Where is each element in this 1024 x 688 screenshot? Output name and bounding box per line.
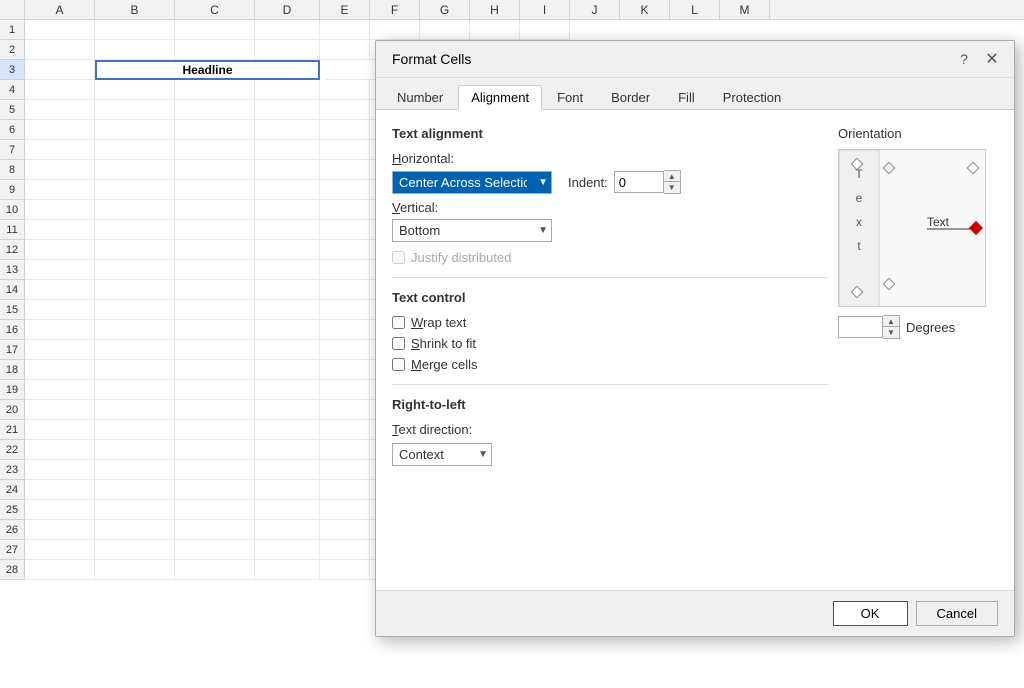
- tab-alignment[interactable]: Alignment: [458, 85, 542, 110]
- dialog-titlebar: Format Cells ? ✕: [376, 41, 1014, 78]
- justify-distributed-row: Justify distributed: [392, 250, 828, 265]
- tab-fill[interactable]: Fill: [665, 85, 708, 110]
- shrink-to-fit-row: Shrink to fit: [392, 336, 828, 351]
- horizontal-select-container: Center Across Selection General Left (In…: [392, 171, 552, 194]
- merge-cells-label: Merge cells: [411, 357, 477, 372]
- cancel-button[interactable]: Cancel: [916, 601, 998, 626]
- justify-distributed-label: Justify distributed: [411, 250, 511, 265]
- text-direction-row: Text direction:: [392, 422, 828, 437]
- wrap-text-checkbox[interactable]: [392, 316, 405, 329]
- wrap-text-row: Wrap text: [392, 315, 828, 330]
- horizontal-controls: Center Across Selection General Left (In…: [392, 170, 828, 194]
- degrees-down-button[interactable]: ▼: [883, 327, 899, 338]
- dialog-overlay: Format Cells ? ✕ Number Alignment Font B…: [0, 0, 1024, 688]
- degrees-input[interactable]: 0: [838, 316, 883, 338]
- indent-down-button[interactable]: ▼: [664, 182, 680, 193]
- text-direction-label: Text direction:: [392, 422, 472, 437]
- divider-1: [392, 277, 828, 278]
- merge-cells-checkbox[interactable]: [392, 358, 405, 371]
- text-direction-select-container: Context Left-to-Right Right-to-Left ▼: [392, 443, 492, 466]
- horizontal-row: HHorizontal:orizontal: Center Across Sel…: [392, 151, 828, 194]
- section-text-alignment: Text alignment: [392, 126, 828, 141]
- shrink-to-fit-checkbox[interactable]: [392, 337, 405, 350]
- svg-text:e: e: [856, 191, 863, 205]
- format-cells-dialog: Format Cells ? ✕ Number Alignment Font B…: [375, 40, 1015, 637]
- dialog-content: Text alignment HHorizontal:orizontal: Ce…: [376, 110, 1014, 590]
- tab-border[interactable]: Border: [598, 85, 663, 110]
- svg-text:x: x: [856, 215, 862, 229]
- tab-bar: Number Alignment Font Border Fill Protec…: [376, 78, 1014, 110]
- orientation-title: Orientation: [838, 126, 998, 141]
- shrink-to-fit-label: Shrink to fit: [411, 336, 476, 351]
- merge-cells-row: Merge cells: [392, 357, 828, 372]
- horizontal-label: HHorizontal:orizontal:: [392, 151, 828, 166]
- divider-2: [392, 384, 828, 385]
- indent-row: Indent: ▲ ▼: [568, 170, 681, 194]
- svg-text:Text: Text: [927, 215, 950, 229]
- indent-label: Indent:: [568, 175, 608, 190]
- degrees-row: 0 ▲ ▼ Degrees: [838, 315, 998, 339]
- wrap-text-label: Wrap text: [411, 315, 466, 330]
- section-rtl: Right-to-left: [392, 397, 828, 412]
- vertical-row: Vertical: Bottom Top Center Justify Dist…: [392, 200, 828, 242]
- horizontal-select[interactable]: Center Across Selection General Left (In…: [392, 171, 552, 194]
- tab-number[interactable]: Number: [384, 85, 456, 110]
- justify-distributed-checkbox[interactable]: [392, 251, 405, 264]
- dialog-title: Format Cells: [392, 51, 471, 67]
- orientation-svg: T e x t: [839, 150, 986, 307]
- degrees-input-container: 0 ▲ ▼: [838, 315, 900, 339]
- tab-protection[interactable]: Protection: [710, 85, 795, 110]
- content-split: Text alignment HHorizontal:orizontal: Ce…: [392, 126, 998, 466]
- content-left: Text alignment HHorizontal:orizontal: Ce…: [392, 126, 828, 466]
- vertical-select-container: Bottom Top Center Justify Distributed ▼: [392, 219, 552, 242]
- orientation-canvas: T e x t: [838, 149, 986, 307]
- dialog-footer: OK Cancel: [376, 590, 1014, 636]
- indent-spinner: ▲ ▼: [614, 170, 681, 194]
- indent-up-button[interactable]: ▲: [664, 171, 680, 182]
- text-direction-select-row: Context Left-to-Right Right-to-Left ▼: [392, 443, 828, 466]
- indent-input[interactable]: [614, 171, 664, 193]
- close-button[interactable]: ✕: [982, 49, 1002, 69]
- rtl-section: Right-to-left Text direction: Context Le…: [392, 397, 828, 466]
- vertical-label: Vertical:: [392, 200, 828, 215]
- degrees-label: Degrees: [906, 320, 955, 335]
- help-button[interactable]: ?: [954, 49, 974, 69]
- content-right: Orientation T e x t: [828, 126, 998, 466]
- tab-font[interactable]: Font: [544, 85, 596, 110]
- spinner-buttons: ▲ ▼: [664, 170, 681, 194]
- section-text-control: Text control: [392, 290, 828, 305]
- degrees-spinner-buttons: ▲ ▼: [883, 315, 900, 339]
- ok-button[interactable]: OK: [833, 601, 908, 626]
- degrees-up-button[interactable]: ▲: [883, 316, 899, 327]
- vertical-select[interactable]: Bottom Top Center Justify Distributed: [392, 219, 552, 242]
- dialog-controls: ? ✕: [954, 49, 1002, 69]
- text-direction-select[interactable]: Context Left-to-Right Right-to-Left: [392, 443, 492, 466]
